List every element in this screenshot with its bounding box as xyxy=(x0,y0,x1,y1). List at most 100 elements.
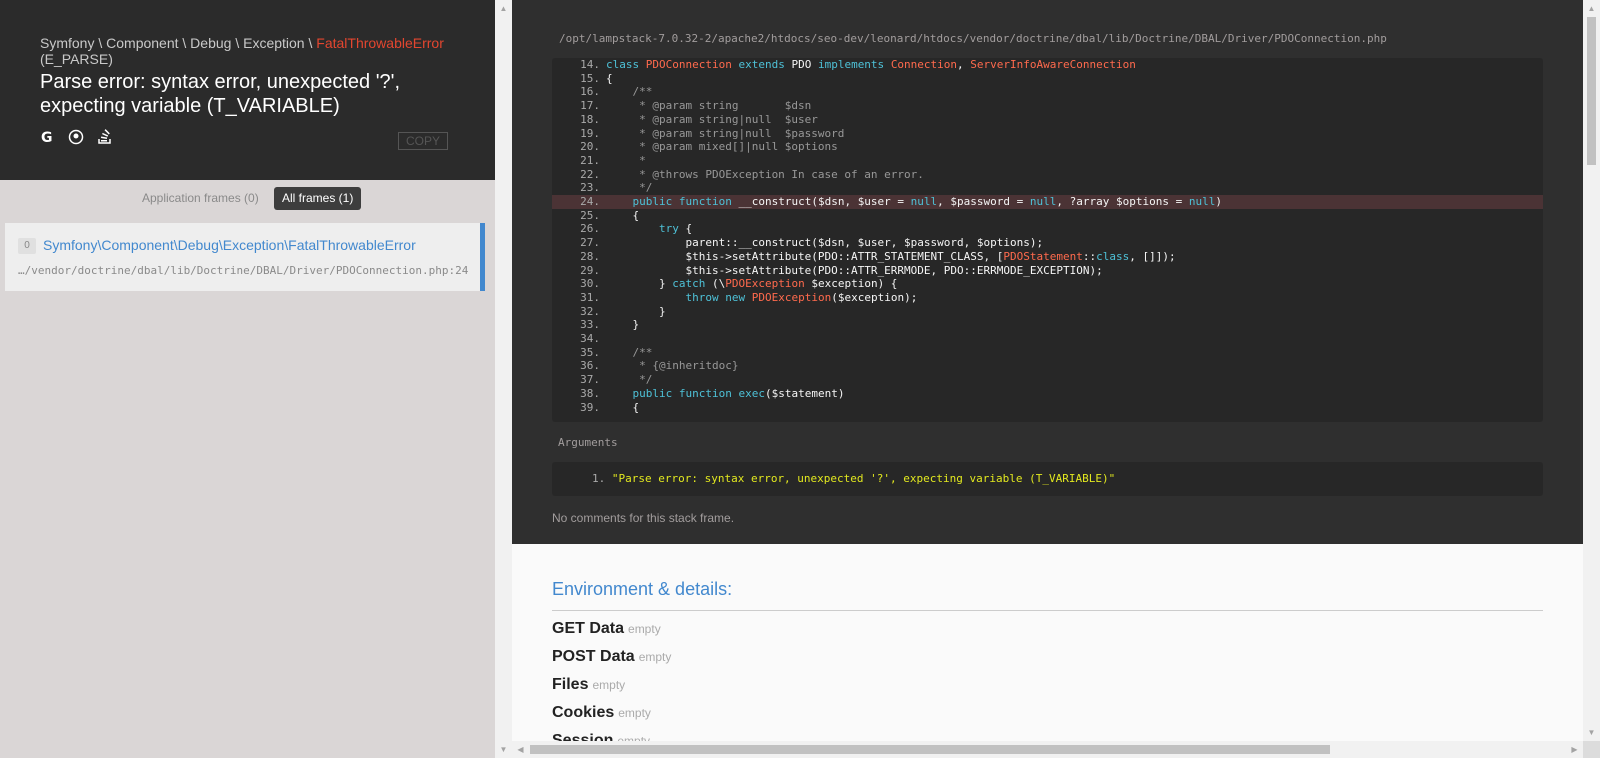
code-line: 19. * @param string|null $password xyxy=(552,127,1543,141)
code-section: /opt/lampstack-7.0.32-2/apache2/htdocs/s… xyxy=(512,0,1583,544)
code-line: 22. * @throws PDOException In case of an… xyxy=(552,168,1543,182)
code-block: 14. class PDOConnection extends PDO imple… xyxy=(552,58,1543,422)
code-line: 35. /** xyxy=(552,346,1543,360)
arguments-box: 1. "Parse error: syntax error, unexpecte… xyxy=(552,462,1543,496)
search-links: G xyxy=(40,128,121,148)
line-code: } catch (\PDOException $exception) { xyxy=(606,277,898,291)
env-row-post-data: POST Data empty xyxy=(552,648,671,666)
line-code: * @param string|null $password xyxy=(606,126,845,140)
vertical-scroll-thumb[interactable] xyxy=(1587,17,1596,165)
duckduckgo-icon[interactable] xyxy=(68,129,84,145)
line-number: 18. xyxy=(580,112,600,126)
line-code: /** xyxy=(606,345,653,359)
line-number: 14. xyxy=(580,58,600,71)
line-number: 35. xyxy=(580,345,600,359)
file-path[interactable]: /opt/lampstack-7.0.32-2/apache2/htdocs/s… xyxy=(559,32,1387,45)
env-value: empty xyxy=(592,678,626,692)
scroll-left-arrow-icon[interactable]: ◀ xyxy=(512,741,529,758)
code-line: 20. * @param mixed[]|null $options xyxy=(552,140,1543,154)
scroll-down-arrow-icon[interactable]: ▼ xyxy=(1583,724,1600,741)
code-line: 31. throw new PDOException($exception); xyxy=(552,291,1543,305)
code-line: 17. * @param string $dsn xyxy=(552,99,1543,113)
line-number: 23. xyxy=(580,181,600,195)
argument-item: 1. "Parse error: syntax error, unexpecte… xyxy=(592,472,1115,485)
code-line: 24. public function __construct($dsn, $u… xyxy=(552,195,1543,209)
line-code: } xyxy=(606,318,640,332)
code-line: 18. * @param string|null $user xyxy=(552,113,1543,127)
env-value: empty xyxy=(617,734,651,741)
horizontal-scrollbar[interactable]: ◀ ▶ xyxy=(512,741,1583,758)
google-icon[interactable]: G xyxy=(40,129,56,146)
code-line: 39. { xyxy=(552,401,1543,415)
application-frames-button[interactable]: Application frames (0) xyxy=(138,187,263,210)
frame-file: …/vendor/doctrine/dbal/lib/Doctrine/DBAL… xyxy=(18,264,469,277)
line-number: 32. xyxy=(580,304,600,318)
line-code: /** xyxy=(606,85,653,99)
line-number: 19. xyxy=(580,126,600,140)
env-row-get-data: GET Data empty xyxy=(552,620,661,638)
scroll-up-arrow-icon[interactable]: ▲ xyxy=(1583,0,1600,17)
line-code: $this->setAttribute(PDO::ATTR_STATEMENT_… xyxy=(606,249,1176,263)
line-number: 30. xyxy=(580,277,600,291)
horizontal-scroll-thumb[interactable] xyxy=(530,745,1330,754)
line-number: 36. xyxy=(580,359,600,373)
code-line: 29. $this->setAttribute(PDO::ATTR_ERRMOD… xyxy=(552,264,1543,278)
line-code: class PDOConnection extends PDO implemen… xyxy=(606,58,1136,71)
line-code: try { xyxy=(658,222,693,236)
line-code: * @param mixed[]|null $options xyxy=(606,140,838,154)
line-code: { xyxy=(606,400,640,414)
line-code: parent::__construct($dsn, $user, $passwo… xyxy=(606,236,1044,250)
line-number: 38. xyxy=(580,386,600,400)
line-number: 17. xyxy=(580,99,600,113)
exception-message: Parse error: syntax error, unexpected '?… xyxy=(40,71,401,117)
arguments-label: Arguments xyxy=(558,436,618,449)
scrollbar-corner xyxy=(1583,741,1600,758)
details-panel: /opt/lampstack-7.0.32-2/apache2/htdocs/s… xyxy=(512,0,1583,741)
line-code: * {@inheritdoc} xyxy=(606,359,739,373)
env-row-cookies: Cookies empty xyxy=(552,704,651,722)
code-line: 28. $this->setAttribute(PDO::ATTR_STATEM… xyxy=(552,250,1543,264)
divider xyxy=(552,610,1543,611)
line-code: */ xyxy=(606,181,653,195)
env-label: POST Data xyxy=(552,648,635,665)
left-scrollbar[interactable]: ▲ ▼ xyxy=(495,0,512,758)
env-value: empty xyxy=(638,650,672,664)
line-number: 16. xyxy=(580,85,600,99)
line-code: * @throws PDOException In case of an err… xyxy=(606,167,924,181)
no-comments-text: No comments for this stack frame. xyxy=(552,511,735,525)
exception-path: Symfony \ Component \ Debug \ Exception … xyxy=(40,35,460,67)
frame-class: Symfony\Component\Debug\Exception\FatalT… xyxy=(43,237,416,253)
copy-button[interactable]: COPY xyxy=(398,132,448,150)
env-row-session: Session empty xyxy=(552,732,650,741)
line-number: 15. xyxy=(580,71,600,85)
code-line: 34. xyxy=(552,332,1543,346)
line-number: 25. xyxy=(580,208,600,222)
code-line: 32. } xyxy=(552,305,1543,319)
line-number: 20. xyxy=(580,140,600,154)
line-code: public function exec($statement) xyxy=(632,386,845,400)
line-code: } xyxy=(606,304,666,318)
scroll-right-arrow-icon[interactable]: ▶ xyxy=(1566,741,1583,758)
scroll-down-arrow-icon[interactable]: ▼ xyxy=(495,741,512,758)
code-line: 23. */ xyxy=(552,181,1543,195)
env-row-files: Files empty xyxy=(552,676,625,694)
stackoverflow-icon[interactable] xyxy=(97,128,113,145)
frames-panel: Symfony \ Component \ Debug \ Exception … xyxy=(0,0,495,758)
code-line: 33. } xyxy=(552,318,1543,332)
vertical-scrollbar[interactable]: ▲ ▼ xyxy=(1583,0,1600,741)
env-label: GET Data xyxy=(552,620,625,637)
line-number: 24. xyxy=(580,195,600,208)
line-code: public function __construct($dsn, $user … xyxy=(632,195,1222,208)
env-value: empty xyxy=(618,706,651,720)
line-number: 21. xyxy=(580,153,600,167)
line-number: 31. xyxy=(580,290,600,304)
code-line: 21. * xyxy=(552,154,1543,168)
svg-text:G: G xyxy=(41,130,53,145)
stack-frame-item[interactable]: 0 Symfony\Component\Debug\Exception\Fata… xyxy=(5,223,485,291)
line-number: 27. xyxy=(580,236,600,250)
all-frames-button[interactable]: All frames (1) xyxy=(274,187,362,210)
line-number: 22. xyxy=(580,167,600,181)
code-line: 27. parent::__construct($dsn, $user, $pa… xyxy=(552,236,1543,250)
code-line: 25. { xyxy=(552,209,1543,223)
scroll-up-arrow-icon[interactable]: ▲ xyxy=(495,0,512,17)
